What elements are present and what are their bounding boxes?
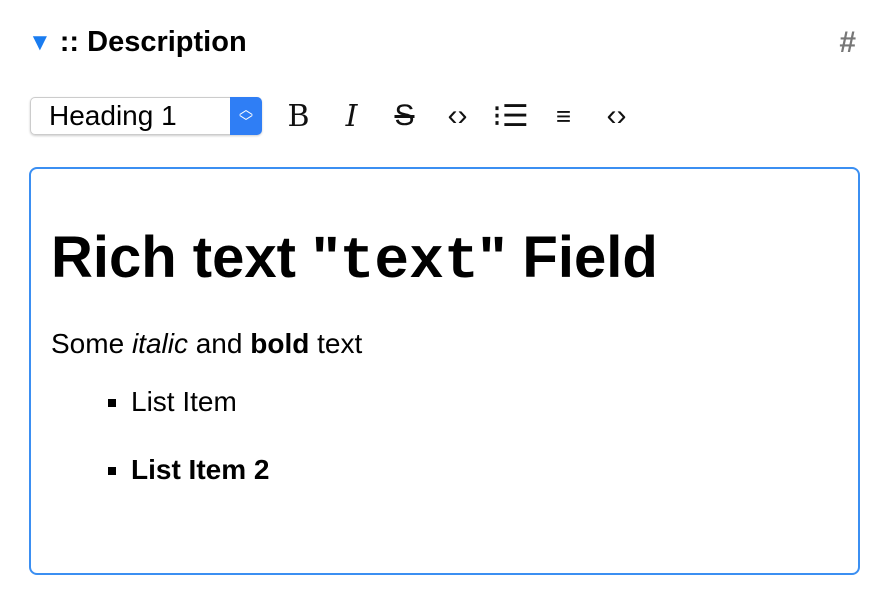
italic-button[interactable]: I	[325, 97, 378, 135]
chevron-updown-icon: ︿ ﹀	[230, 97, 262, 135]
list-item: List Item 2	[131, 454, 838, 486]
list-item: List Item	[131, 386, 838, 418]
rich-text-editor[interactable]: Rich text "text" Field Some italic and b…	[29, 167, 860, 575]
numbered-list-button[interactable]: ≡	[537, 97, 590, 135]
paragraph: Some italic and bold text	[51, 328, 363, 359]
toolbar: Heading 1 ︿ ﹀ B I S ‹› ⁝☰ ≡ ‹›	[30, 97, 643, 135]
bullet-list-icon: ⁝☰	[492, 99, 529, 133]
heading: Rich text "text" Field	[51, 225, 658, 295]
hash-link[interactable]: #	[839, 26, 856, 60]
triangle-down-icon[interactable]: ▼	[28, 29, 52, 57]
selected-value: Heading 1	[49, 100, 177, 131]
bullet-list-button[interactable]: ⁝☰	[484, 97, 537, 135]
numbered-list-icon: ≡	[555, 100, 572, 131]
code-block-button[interactable]: ‹›	[590, 97, 643, 135]
bold-button[interactable]: B	[272, 97, 325, 135]
strikethrough-button[interactable]: S	[378, 97, 431, 135]
code-block-icon: ‹›	[606, 99, 627, 132]
block-format-select[interactable]: Heading 1 ︿ ﹀	[30, 97, 262, 135]
code-icon: ‹›	[447, 99, 468, 132]
section-header[interactable]: ▼:: Description	[28, 26, 247, 59]
section-title: :: Description	[59, 26, 247, 58]
bold-icon: B	[287, 98, 310, 134]
bullet-list: List Item List Item 2	[51, 386, 838, 486]
strikethrough-icon: S	[394, 99, 415, 132]
italic-icon: I	[345, 98, 358, 134]
code-button[interactable]: ‹›	[431, 97, 484, 135]
